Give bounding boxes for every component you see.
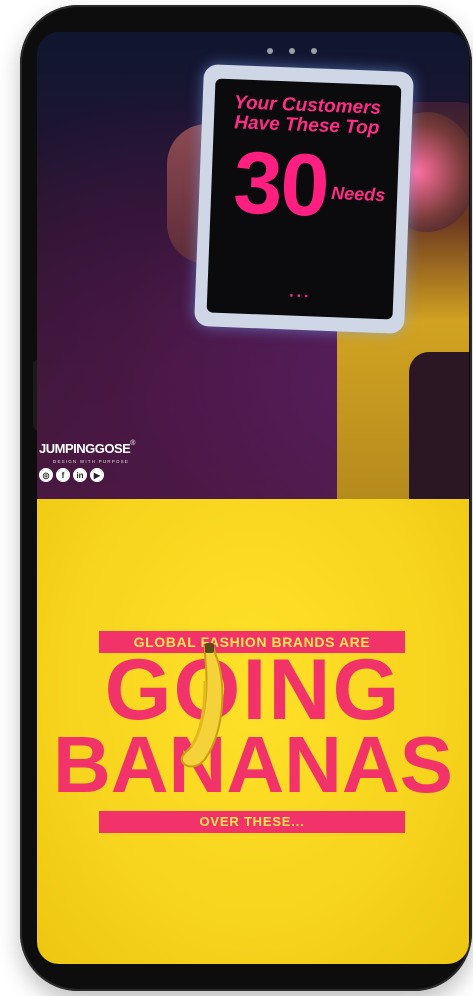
headline-going: GOING: [104, 642, 402, 738]
post-customer-needs[interactable]: Your Customers Have These Top 30 Needs .…: [37, 32, 469, 502]
youtube-icon[interactable]: ▶: [90, 468, 104, 482]
instagram-icon[interactable]: ◎: [39, 468, 53, 482]
social-icons: ◎ f in ▶: [39, 468, 135, 482]
banana-icon: [180, 643, 224, 768]
post-going-bananas[interactable]: GLOBAL FASHION BRANDS ARE GOING BANANAS …: [37, 499, 469, 964]
camera-notch: [252, 42, 332, 60]
tablet-screen: Your Customers Have These Top 30 Needs .…: [206, 78, 402, 320]
brand-name: JUMPINGGOSE: [39, 441, 131, 456]
brand-block: JUMPINGGOSE® DESIGN WITH PURPOSE ◎ f in …: [39, 440, 135, 482]
headline-bananas: BANANAS: [53, 720, 453, 809]
headline-banner-bottom: OVER THESE...: [99, 811, 405, 833]
tablet-needs-text: Needs: [330, 183, 386, 206]
phone-screen: Your Customers Have These Top 30 Needs .…: [37, 32, 469, 964]
brand-registered-mark: ®: [130, 440, 136, 447]
brand-logo[interactable]: JUMPINGGOSE®: [39, 440, 135, 458]
person-overalls: [409, 352, 469, 499]
tablet-number: 30: [231, 132, 330, 235]
tablet-device: Your Customers Have These Top 30 Needs .…: [194, 64, 414, 334]
brand-tagline: DESIGN WITH PURPOSE: [53, 459, 130, 464]
facebook-icon[interactable]: f: [56, 468, 70, 482]
linkedin-icon[interactable]: in: [73, 468, 87, 482]
tablet-dots: ...: [288, 283, 312, 302]
